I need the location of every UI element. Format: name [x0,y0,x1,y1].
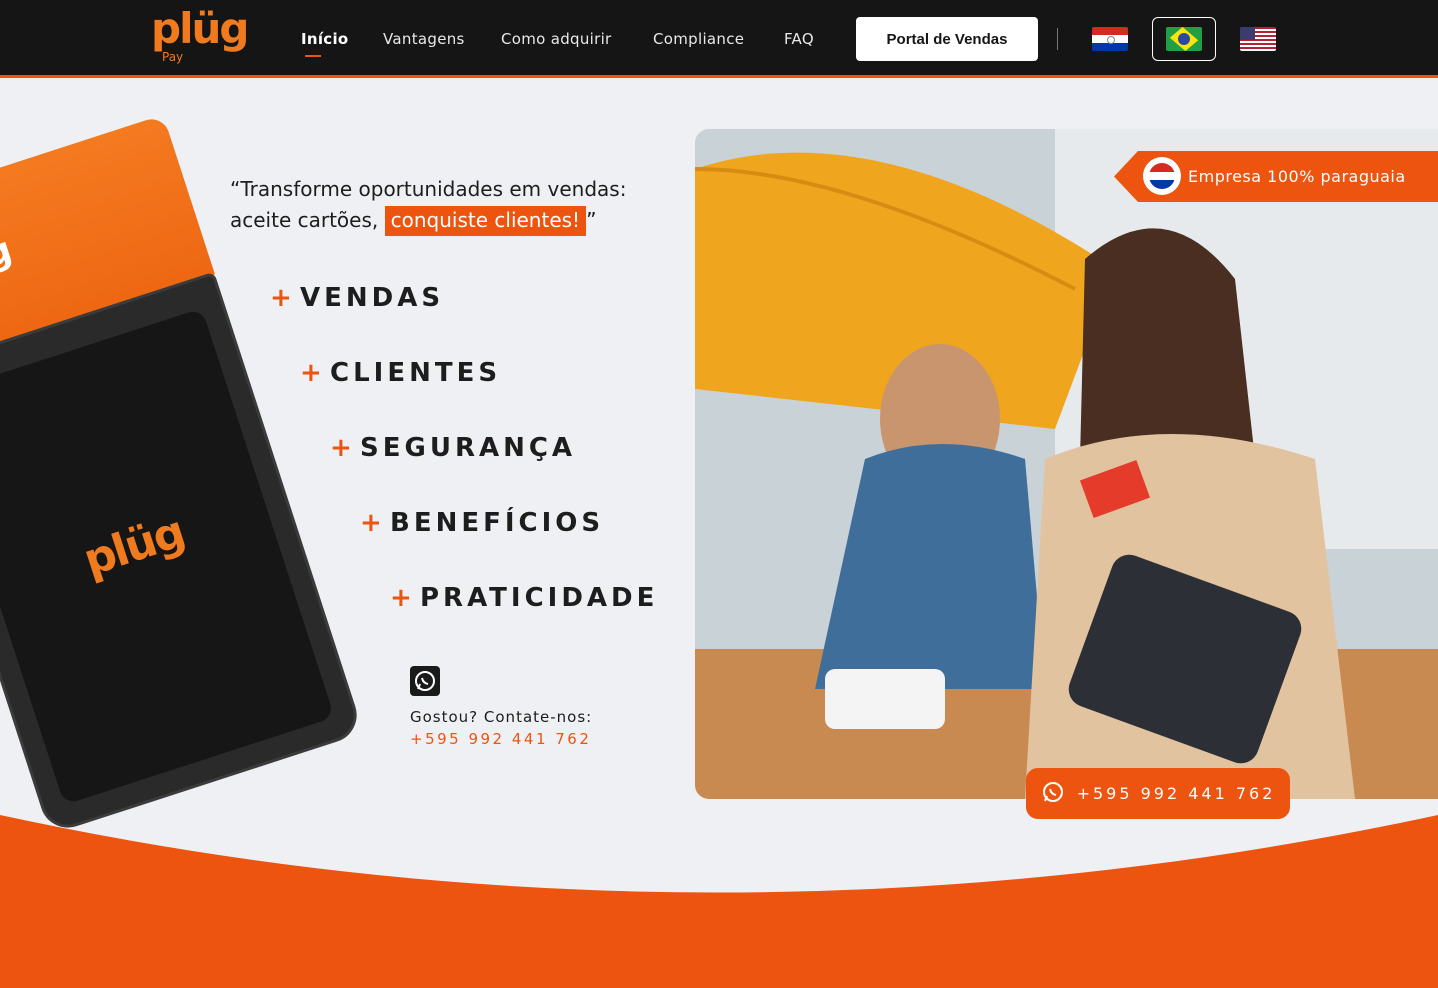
nav-divider [1057,28,1058,50]
usa-flag-icon[interactable] [1240,27,1276,51]
plug-pay-logo[interactable]: plüg Pay [151,4,249,68]
pos-top-logo: plüg [0,229,15,295]
plus-icon: + [330,433,352,463]
pos-screen-logo: plüg [77,506,190,587]
brazil-flag-icon[interactable] [1166,27,1202,51]
nav-item-vantagens[interactable]: Vantagens [383,30,465,48]
plus-icon: + [270,283,292,313]
nav-item-faq[interactable]: FAQ [784,30,814,48]
plus-icon: + [390,583,412,613]
benefit-label: VENDAS [300,283,445,313]
badge-text: Empresa 100% paraguaia [1188,167,1406,186]
plus-icon: + [300,358,322,388]
contact-label: Gostou? Contate-nos: [410,708,593,726]
benefit-item: + PRATICIDADE [390,583,658,613]
benefit-item: + BENEFÍCIOS [360,508,604,538]
benefit-label: BENEFÍCIOS [390,508,605,538]
pos-body: plüg [0,271,364,835]
quote-highlight: conquiste clientes! [384,206,587,236]
paraguay-flag-icon[interactable] [1092,27,1128,51]
benefit-label: SEGURANÇA [360,433,577,463]
quote-line-2: aceite cartões, [230,208,379,232]
pos-screen: plüg [0,308,335,805]
logo-wordmark: plüg [151,4,249,53]
benefit-item: + SEGURANÇA [330,433,576,463]
benefit-item: + VENDAS [270,283,444,313]
contact-phone-link[interactable]: +595 992 441 762 [410,730,591,748]
whatsapp-icon[interactable] [410,666,440,696]
quote-line-1: “Transforme oportunidades em vendas: [230,177,627,201]
benefit-label: PRATICIDADE [420,583,659,613]
nav-item-como-adquirir[interactable]: Como adquirir [501,30,612,48]
logo-subtext: Pay [162,50,184,64]
benefit-item: + CLIENTES [300,358,501,388]
quote-close: ” [586,208,597,232]
portal-de-vendas-button[interactable]: Portal de Vendas [856,17,1038,61]
benefit-label: CLIENTES [330,358,502,388]
hero-quote: “Transforme oportunidades em vendas: ace… [230,174,660,236]
nav-item-inicio[interactable]: Início [301,30,349,57]
nav-item-compliance[interactable]: Compliance [653,30,744,48]
top-navigation-bar: plüg Pay Início Vantagens Como adquirir … [0,0,1438,78]
hero-photo [695,129,1438,799]
bottom-orange-wave [0,815,1438,988]
plus-icon: + [360,508,382,538]
paraguay-flag-icon [1143,157,1181,195]
